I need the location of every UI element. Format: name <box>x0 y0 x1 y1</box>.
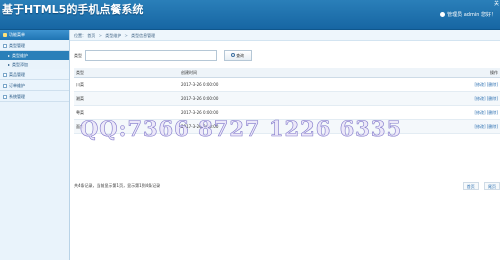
user-icon <box>440 12 446 17</box>
user-info: 管理员 admin 您好！ <box>440 12 496 18</box>
breadcrumb: 位置： 首页 > 类型维护 > 类型信息管理 <box>70 30 500 41</box>
cell-type: 川菜 <box>74 77 179 92</box>
sidebar-group-dish[interactable]: 菜品管理 <box>0 69 69 80</box>
menu-icon <box>3 33 7 37</box>
sidebar-group-system[interactable]: 系统管理 <box>0 91 69 102</box>
edit-link[interactable]: [修改] <box>474 110 485 115</box>
main-panel: 位置： 首页 > 类型维护 > 类型信息管理 类型 查询 类型 创建时间 操作 … <box>70 30 500 260</box>
delete-link[interactable]: [删除] <box>487 82 498 87</box>
cell-type: 湘菜 <box>74 91 179 106</box>
delete-link[interactable]: [删除] <box>487 96 498 101</box>
edit-link[interactable]: [修改] <box>474 96 485 101</box>
delete-link[interactable]: [删除] <box>487 124 498 129</box>
sidebar-group-order[interactable]: 订单维护 <box>0 80 69 91</box>
delete-link[interactable]: [删除] <box>487 110 498 115</box>
last-page-button[interactable]: 尾页 <box>484 182 500 190</box>
expand-icon <box>3 84 7 88</box>
column-header: 创建时间 <box>179 68 384 78</box>
arrow-icon <box>8 55 10 57</box>
search-button[interactable]: 查询 <box>223 50 252 61</box>
user-greeting: 管理员 admin 您好！ <box>447 12 496 18</box>
table-header: 类型 创建时间 操作 <box>74 68 500 78</box>
arrow-icon <box>8 64 10 66</box>
record-summary: 共4条记录，当前显示第1页，显示第1到4条记录 <box>74 183 161 188</box>
cell-actions: [修改] [删除] <box>384 77 500 92</box>
first-page-button[interactable]: 首页 <box>462 182 479 190</box>
app-title: 基于HTML5的手机点餐系统 <box>2 3 144 16</box>
search-label: 类型 <box>74 53 82 58</box>
breadcrumb-type[interactable]: 类型维护 <box>105 33 121 38</box>
app-header: 基于HTML5的手机点餐系统 关 管理员 admin 您好！ <box>0 0 500 30</box>
search-bar: 类型 查询 <box>74 50 252 61</box>
cell-time: 2017-3-26 0:00:00 <box>179 91 384 106</box>
table-row: 湘菜 2017-3-26 0:00:00 [修改] [删除] <box>74 91 500 106</box>
cell-actions: [修改] [删除] <box>384 91 500 106</box>
breadcrumb-current: 类型信息管理 <box>131 33 156 38</box>
breadcrumb-home[interactable]: 首页 <box>87 33 95 38</box>
expand-icon <box>3 73 7 77</box>
table-row: 川菜 2017-3-26 0:00:00 [修改] [删除] <box>74 77 500 92</box>
qq-watermark: QQ:7366 8727 1226 6335 <box>80 116 403 141</box>
sidebar-title: 功能菜单 <box>0 30 69 40</box>
pager: 首页 尾页 <box>459 180 500 192</box>
pagination-bar: 共4条记录，当前显示第1页，显示第1到4条记录 首页 尾页 <box>74 180 500 192</box>
expand-icon <box>3 44 7 48</box>
edit-link[interactable]: [修改] <box>474 124 485 129</box>
sidebar-item-type-maintain[interactable]: 类型维护 <box>0 51 69 60</box>
column-header: 操作 <box>384 68 500 78</box>
close-link[interactable]: 关 <box>494 1 499 7</box>
cell-time: 2017-3-26 0:00:00 <box>179 77 384 92</box>
sidebar-item-type-add[interactable]: 类型添加 <box>0 60 69 69</box>
sidebar-group-type[interactable]: 类型管理 <box>0 40 69 51</box>
search-icon <box>231 53 236 57</box>
edit-link[interactable]: [修改] <box>474 82 485 87</box>
column-header: 类型 <box>74 68 179 78</box>
sidebar: 功能菜单 类型管理 类型维护 类型添加 菜品管理 订单维护 系统管理 <box>0 30 70 260</box>
search-input[interactable] <box>85 50 218 61</box>
expand-icon <box>3 95 7 99</box>
